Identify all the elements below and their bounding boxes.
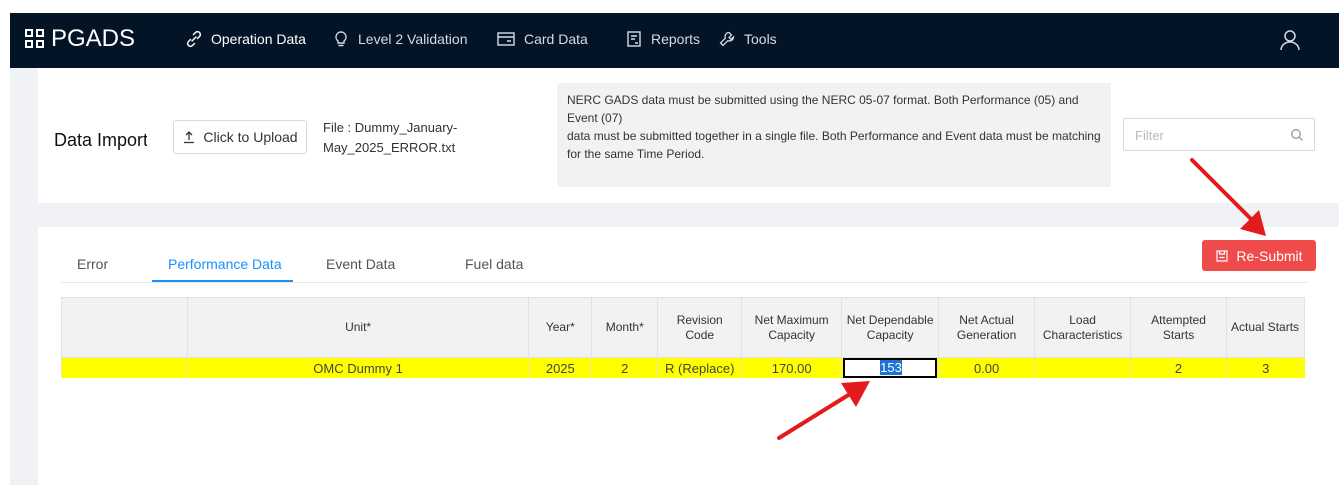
nav-label: Card Data [524,31,588,47]
brand-name: PGADS [51,25,136,52]
cell-actual-starts[interactable]: 3 [1226,357,1305,378]
net-dependable-capacity-editor[interactable]: 153 [843,358,938,378]
column-header-year[interactable]: Year* [528,297,593,358]
cell-year[interactable]: 2025 [528,357,592,378]
notice-line: NERC GADS data must be submitted using t… [567,93,1079,125]
tab-fuel-data[interactable]: Fuel data [465,256,523,272]
resubmit-label: Re-Submit [1236,247,1303,264]
resubmit-button[interactable]: Re-Submit [1202,240,1316,271]
cell-load-characteristics[interactable] [1034,357,1131,378]
grid-logo-icon [25,29,45,49]
column-header-attempted-starts[interactable]: Attempted Starts [1130,297,1227,358]
notice-line: data must be submitted together in a sin… [567,129,1101,143]
nav-label: Tools [744,31,777,47]
cell-net-actual-generation[interactable]: 0.00 [938,357,1035,378]
report-icon [627,31,641,47]
column-header-actual-starts[interactable]: Actual Starts [1226,297,1305,358]
tab-performance-data[interactable]: Performance Data [168,256,282,272]
cell-net-max-capacity[interactable]: 170.00 [741,357,842,378]
nav-card-data[interactable]: Card Data [496,30,588,48]
left-gutter [10,68,37,485]
table-row: OMC Dummy 1 2025 2 R (Replace) 170.00 15… [61,357,1305,378]
nav-label: Level 2 Validation [358,31,468,47]
brand-logo[interactable]: PGADS [25,25,135,53]
filter-placeholder: Filter [1135,128,1164,143]
upload-label: Click to Upload [203,129,298,145]
column-header-load-characteristics[interactable]: Load Characteristics [1034,297,1132,358]
card-icon [497,32,515,46]
cell-unit[interactable]: OMC Dummy 1 [186,357,529,378]
file-name-label: File : Dummy_January-May_2025_ERROR.txt [323,120,458,155]
column-header-net-max-capacity[interactable]: Net Maximum Capacity [741,297,843,358]
cell-revision-code[interactable]: R (Replace) [657,357,742,378]
column-header-unit[interactable]: Unit* [186,297,530,358]
column-header [61,297,188,358]
cell-net-dependable-capacity[interactable]: 153 [841,357,939,378]
nav-tools[interactable]: Tools [718,30,777,48]
cell-blank[interactable] [61,357,188,378]
column-header-month[interactable]: Month* [591,297,659,358]
cell-month[interactable]: 2 [591,357,658,378]
nav-label: Operation Data [211,31,306,47]
user-account-icon[interactable] [1279,28,1301,57]
notice-line: for the same Time Period. [567,147,705,161]
selected-value: 153 [880,360,902,375]
top-navbar: PGADS Operation Data Level 2 Validation … [10,13,1339,68]
filter-input[interactable]: Filter [1123,118,1315,151]
data-card: Error Performance Data Event Data Fuel d… [38,227,1339,485]
save-icon [1216,249,1229,262]
upload-button[interactable]: Click to Upload [173,120,307,154]
performance-table: Unit* Year* Month* Revision Code Net Max… [61,297,1305,378]
column-header-net-actual-generation[interactable]: Net Actual Generation [938,297,1036,358]
import-card: Data Import Click to Upload File : Dummy… [38,68,1339,203]
nav-operation-data[interactable]: Operation Data [185,30,306,48]
wrench-icon [719,31,735,47]
upload-icon [184,131,195,144]
column-header-net-dependable-capacity[interactable]: Net Dependable Capacity [841,297,940,358]
lightbulb-icon [335,31,347,47]
cell-attempted-starts[interactable]: 2 [1130,357,1227,378]
page-title: Data Import [54,130,147,150]
search-icon [1291,129,1303,141]
format-notice: NERC GADS data must be submitted using t… [557,83,1111,187]
link-icon [186,30,202,48]
nav-label: Reports [651,31,701,47]
nav-reports[interactable]: Reports [625,30,700,48]
tab-bar: Error Performance Data Event Data Fuel d… [61,227,1308,283]
column-header-revision-code[interactable]: Revision Code [657,297,743,358]
tab-event-data[interactable]: Event Data [326,256,395,272]
nav-level2-validation[interactable]: Level 2 Validation [332,30,467,48]
table-header-row: Unit* Year* Month* Revision Code Net Max… [61,297,1305,358]
active-tab-indicator [152,280,293,282]
tab-error[interactable]: Error [77,256,108,272]
